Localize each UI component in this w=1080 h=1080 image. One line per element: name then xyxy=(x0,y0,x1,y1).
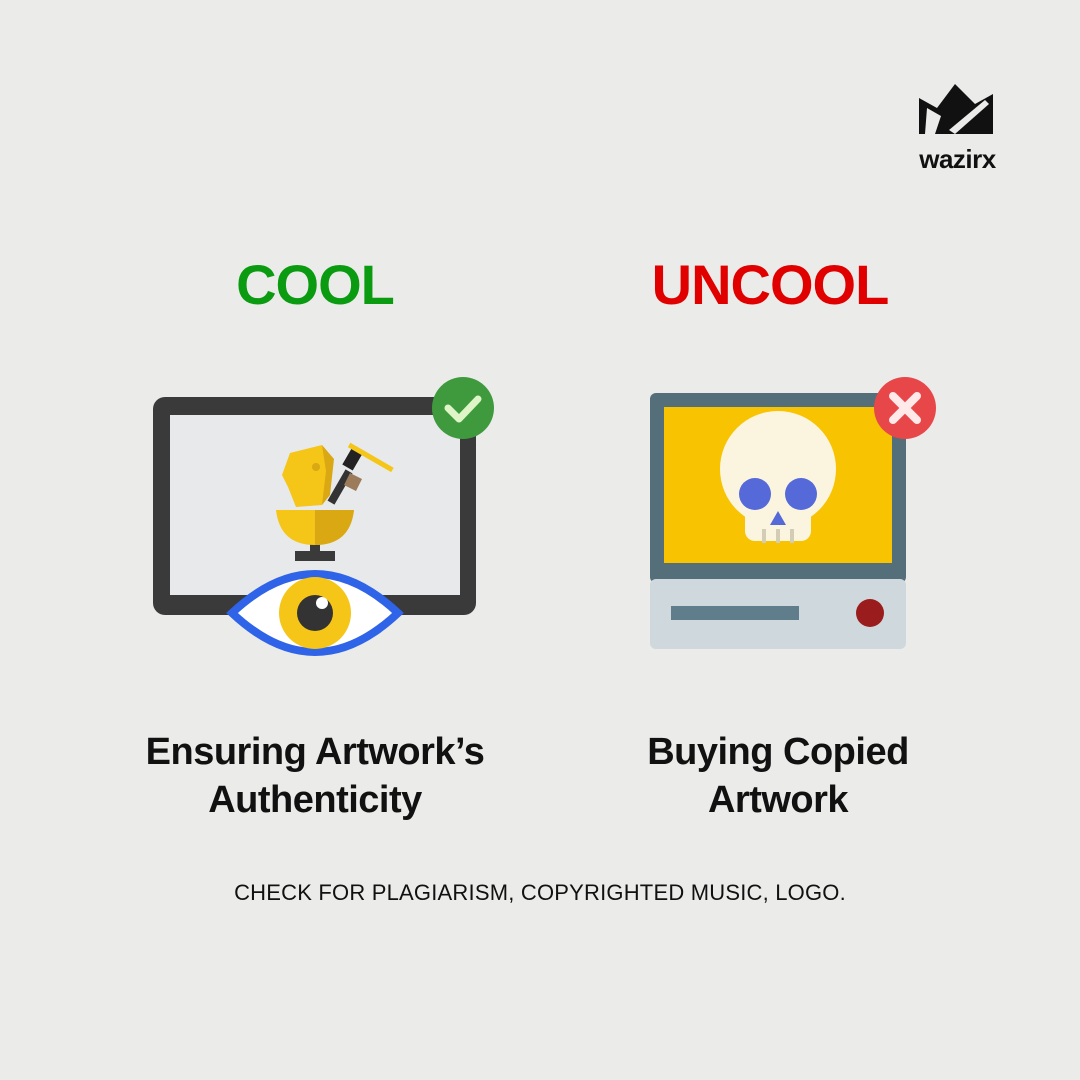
cool-caption-line1: Ensuring Artwork’s xyxy=(145,731,485,773)
cool-heading: COOL xyxy=(236,253,395,316)
uncool-heading: UNCOOL xyxy=(651,253,890,316)
uncool-caption: Buying Copied Artwork xyxy=(538,728,1018,824)
brand-logo: wazirx xyxy=(905,78,1010,178)
cross-badge xyxy=(874,377,936,439)
checkmark-badge xyxy=(432,377,494,439)
uncool-caption-line1: Buying Copied xyxy=(647,731,909,773)
cool-caption-line2: Authenticity xyxy=(208,779,422,821)
footnote-text: CHECK FOR PLAGIARISM, COPYRIGHTED MUSIC,… xyxy=(234,880,846,905)
brand-name: wazirx xyxy=(919,144,996,174)
uncool-caption-line2: Artwork xyxy=(707,779,849,821)
authenticity-illustration xyxy=(150,375,500,665)
crown-logo-icon xyxy=(919,84,993,134)
cool-caption: Ensuring Artwork’s Authenticity xyxy=(75,728,555,824)
copied-artwork-illustration xyxy=(645,375,945,655)
